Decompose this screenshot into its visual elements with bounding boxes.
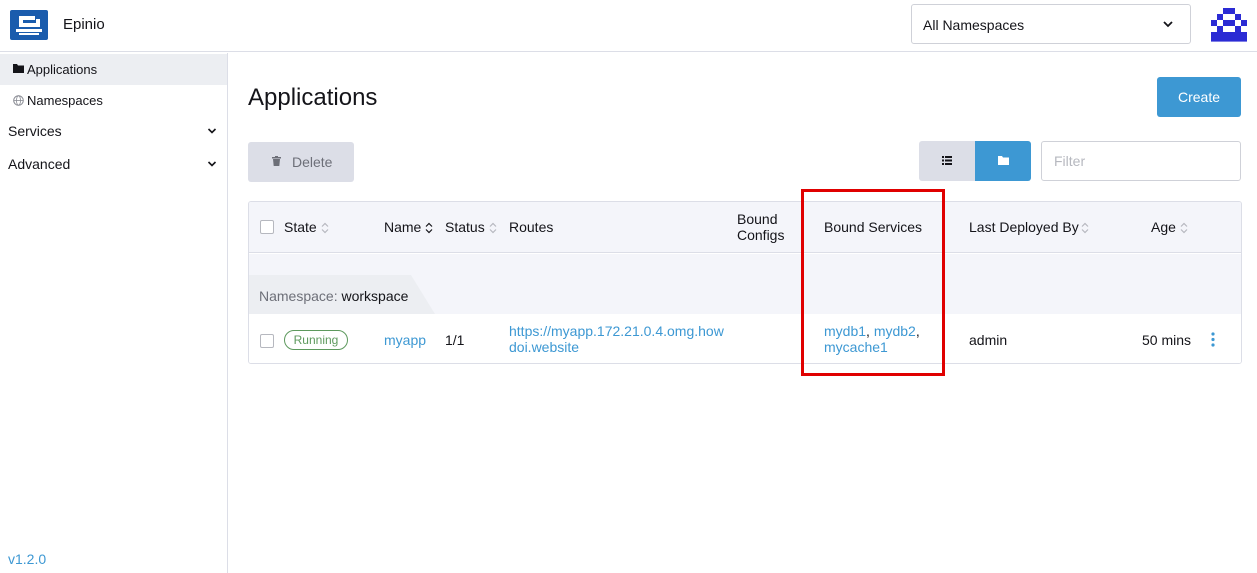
epinio-logo-icon[interactable] bbox=[10, 10, 48, 40]
status-badge: Running bbox=[284, 330, 348, 350]
applications-table: State Name Status Routes Bound Configs B… bbox=[248, 201, 1242, 364]
sidebar-item-label: Namespaces bbox=[27, 93, 103, 108]
top-header: Epinio All Namespaces bbox=[0, 0, 1257, 52]
bound-service-link[interactable]: mydb1 bbox=[824, 323, 866, 339]
column-header-bound-configs: Configs bbox=[737, 227, 785, 243]
trash-icon bbox=[272, 156, 281, 166]
chevron-down-icon bbox=[1163, 21, 1173, 28]
app-name-link[interactable]: myapp bbox=[384, 332, 426, 348]
delete-button-label: Delete bbox=[292, 154, 333, 170]
column-header-bound-services: Bound Services bbox=[824, 219, 923, 235]
sort-icon[interactable] bbox=[1081, 222, 1089, 234]
sidebar-item-namespaces[interactable]: Namespaces bbox=[0, 85, 227, 116]
last-deployed-by: admin bbox=[969, 332, 1008, 348]
column-header-status[interactable]: Status bbox=[445, 219, 485, 235]
table-header: State Name Status Routes Bound Configs B… bbox=[249, 202, 1241, 253]
sidebar: Applications Namespaces Services Advance… bbox=[0, 53, 228, 573]
namespace-select-value: All Namespaces bbox=[923, 17, 1025, 33]
app-age: 50 mins bbox=[1142, 332, 1192, 348]
create-button[interactable]: Create bbox=[1157, 77, 1241, 117]
column-header-bound-configs: Bound bbox=[737, 211, 778, 227]
column-header-last-deployed-by[interactable]: Last Deployed By bbox=[969, 219, 1079, 235]
app-title: Epinio bbox=[63, 16, 105, 33]
column-header-state[interactable]: State bbox=[284, 219, 317, 235]
folder-icon bbox=[998, 156, 1009, 165]
bound-service-link[interactable]: mycache1 bbox=[824, 339, 888, 355]
filter-input[interactable] bbox=[1041, 141, 1241, 181]
chevron-down-icon bbox=[207, 128, 217, 134]
page-title: Applications bbox=[248, 84, 378, 111]
bound-services-list: mydb1, mydb2, mycache1 bbox=[824, 323, 920, 355]
namespace-group-value: workspace bbox=[341, 288, 409, 304]
row-checkbox[interactable] bbox=[260, 334, 274, 348]
column-header-age[interactable]: Age bbox=[1151, 219, 1176, 235]
column-header-routes: Routes bbox=[509, 219, 554, 235]
sidebar-item-applications[interactable]: Applications bbox=[0, 54, 227, 85]
sidebar-group-advanced[interactable]: Advanced bbox=[0, 151, 227, 179]
list-icon bbox=[942, 156, 952, 165]
sort-icon[interactable] bbox=[489, 222, 497, 234]
list-view-toggle[interactable] bbox=[919, 141, 975, 181]
column-header-name[interactable]: Name bbox=[384, 219, 421, 235]
route-link[interactable]: https://myapp.172.21.0.4.omg.how doi.web… bbox=[509, 323, 724, 355]
namespace-select[interactable]: All Namespaces bbox=[911, 4, 1191, 44]
version-link[interactable]: v1.2.0 bbox=[8, 551, 46, 567]
app-status: 1/1 bbox=[445, 332, 465, 348]
chevron-down-icon bbox=[207, 161, 217, 167]
user-avatar-icon[interactable] bbox=[1211, 8, 1247, 44]
folder-icon bbox=[13, 64, 24, 73]
globe-icon bbox=[13, 95, 24, 106]
sort-icon[interactable] bbox=[321, 222, 329, 234]
sidebar-group-services[interactable]: Services bbox=[0, 118, 227, 146]
delete-button[interactable]: Delete bbox=[248, 142, 354, 182]
table-row[interactable]: Running myapp 1/1 https://myapp.172.21.0… bbox=[249, 314, 1241, 363]
bound-service-link[interactable]: mydb2 bbox=[874, 323, 916, 339]
sidebar-group-label: Services bbox=[8, 123, 62, 139]
sort-icon[interactable] bbox=[425, 222, 433, 234]
namespace-group-band: Namespace: workspace bbox=[249, 254, 1241, 314]
sidebar-item-label: Applications bbox=[27, 62, 98, 77]
namespace-group-label: Namespace: workspace bbox=[259, 288, 409, 304]
group-by-namespace-toggle[interactable] bbox=[975, 141, 1031, 181]
namespace-group-tab: Namespace: workspace bbox=[249, 275, 435, 314]
select-all-checkbox[interactable] bbox=[260, 220, 274, 234]
sort-icon[interactable] bbox=[1180, 222, 1188, 234]
more-actions-icon[interactable] bbox=[1211, 332, 1215, 347]
sidebar-group-label: Advanced bbox=[8, 156, 71, 172]
